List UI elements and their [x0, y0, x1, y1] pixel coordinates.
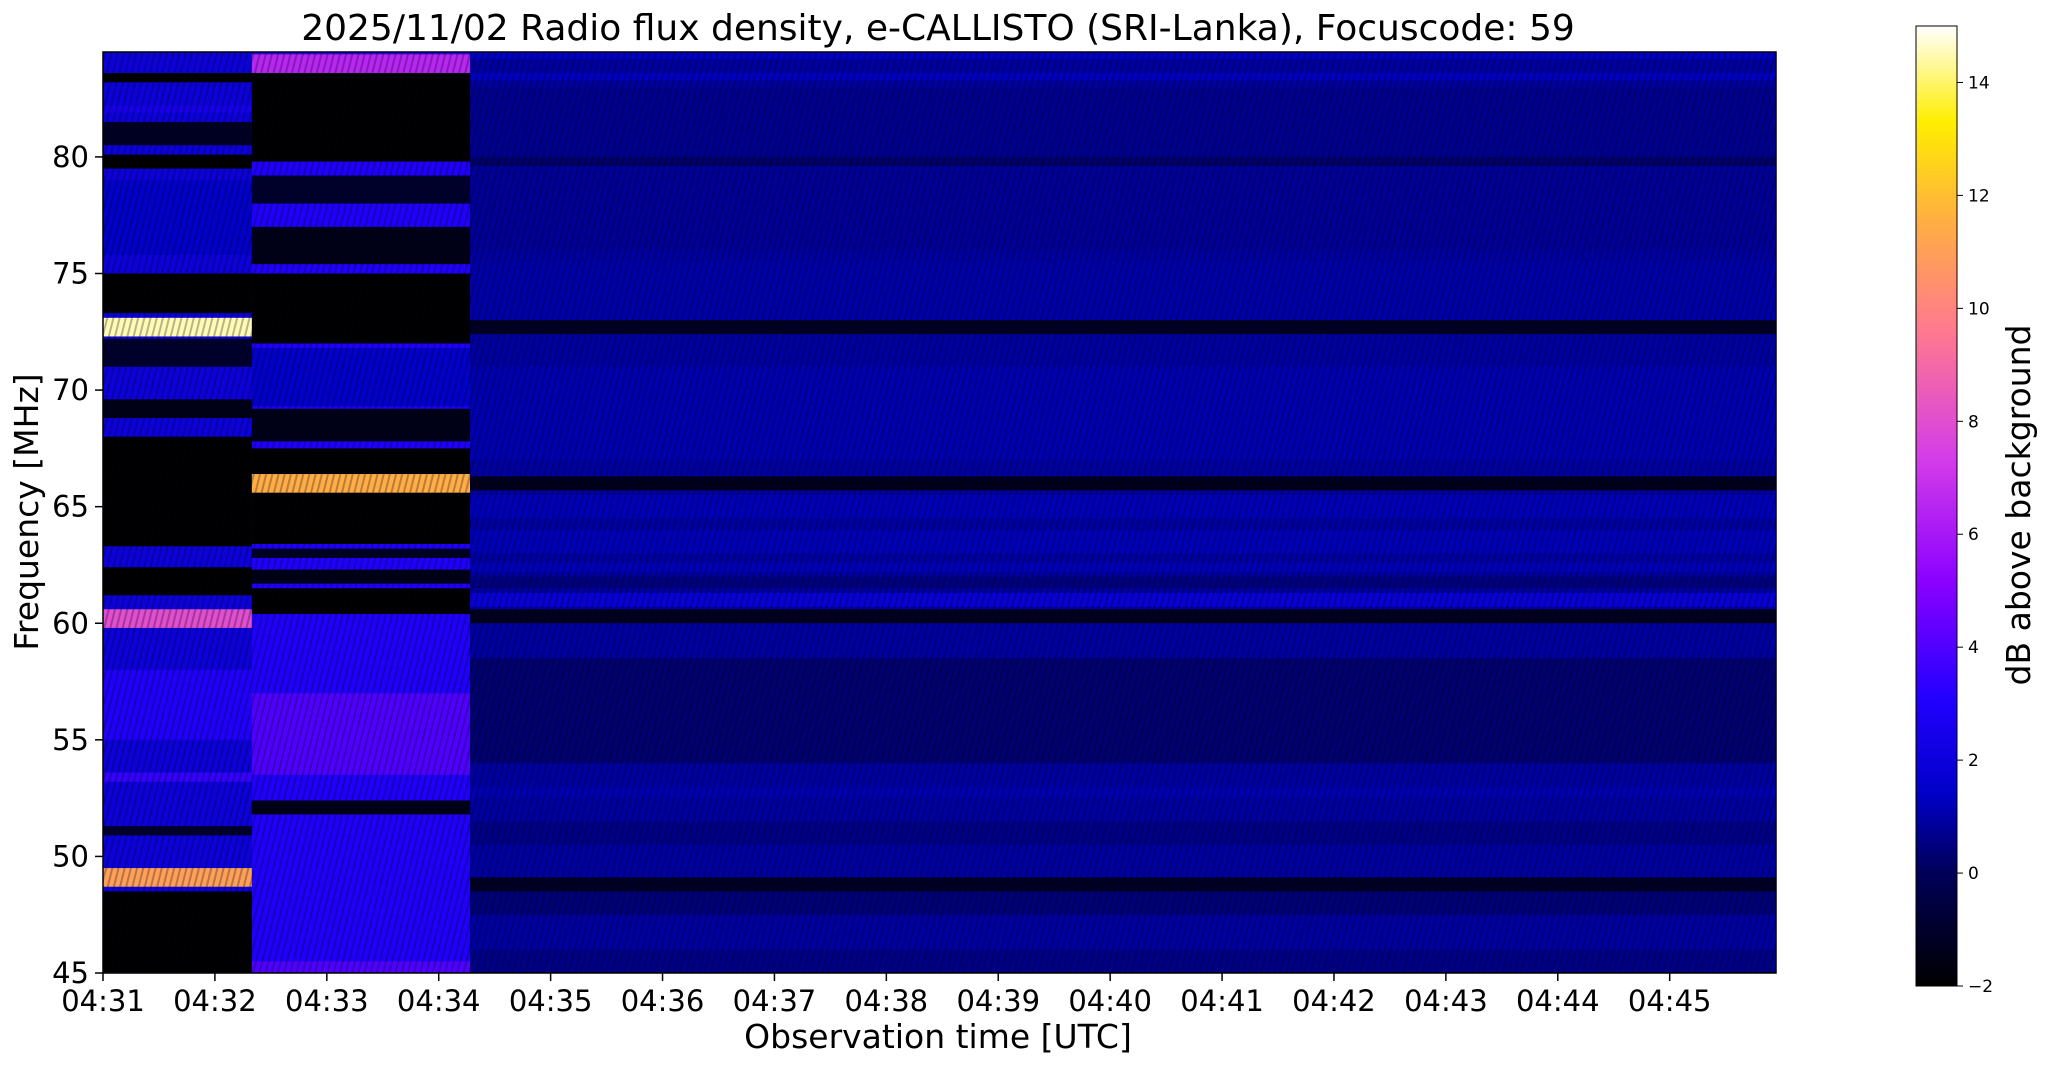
- x-tick-label: 04:39: [956, 984, 1040, 1018]
- y-tick-label: 55: [52, 723, 89, 757]
- x-tick-label: 04:45: [1628, 984, 1712, 1018]
- x-tick-label: 04:42: [1292, 984, 1376, 1018]
- y-tick-label: 50: [52, 839, 89, 873]
- colorbar: −2 0 2 4 6 8 10 12 14 dB above background: [1915, 25, 2038, 997]
- y-tick-label: 60: [52, 606, 89, 640]
- y-tick-label: 65: [52, 490, 89, 524]
- x-tick-label: 04:35: [509, 984, 593, 1018]
- figure: 2025/11/02 Radio flux density, e-CALLIST…: [7, 8, 2038, 1056]
- colorbar-label: dB above background: [1999, 325, 2038, 686]
- y-tick-label: 75: [52, 257, 89, 291]
- x-axis: 04:31 04:32 04:33 04:34 04:35 04:36 04:37 04:38…: [61, 973, 1711, 1018]
- colorbar-tick-label: 0: [1968, 864, 1979, 884]
- colorbar-tick-label: −2: [1968, 977, 1993, 997]
- x-tick-label: 04:36: [621, 984, 705, 1018]
- x-axis-label: Observation time [UTC]: [744, 1017, 1132, 1056]
- x-tick-label: 04:40: [1068, 984, 1152, 1018]
- y-tick-label: 70: [52, 373, 89, 407]
- x-tick-label: 04:38: [845, 984, 929, 1018]
- colorbar-tick-label: 10: [1968, 299, 1990, 319]
- colorbar-tick-label: 6: [1968, 525, 1979, 545]
- x-tick-label: 04:32: [173, 984, 257, 1018]
- x-tick-label: 04:33: [285, 984, 369, 1018]
- x-tick-label: 04:44: [1516, 984, 1600, 1018]
- y-tick-label: 80: [52, 140, 89, 174]
- colorbar-tick-label: 14: [1968, 73, 1990, 93]
- spectrogram-plot: [102, 51, 1777, 974]
- x-tick-label: 04:37: [733, 984, 817, 1018]
- chart-title: 2025/11/02 Radio flux density, e-CALLIST…: [301, 8, 1575, 49]
- x-tick-label: 04:34: [397, 984, 481, 1018]
- colorbar-gradient: [1915, 25, 1958, 987]
- colorbar-tick-label: 2: [1968, 751, 1979, 771]
- plot-texture: [103, 52, 1776, 973]
- x-tick-label: 04:43: [1404, 984, 1488, 1018]
- colorbar-tick-label: 12: [1968, 186, 1990, 206]
- colorbar-tick-label: 4: [1968, 638, 1979, 658]
- y-axis-label: Frequency [MHz]: [7, 373, 46, 650]
- colorbar-tick-label: 8: [1968, 412, 1979, 432]
- x-tick-label: 04:41: [1180, 984, 1264, 1018]
- y-axis: 45 50 55 60 65 70 75 80: [52, 140, 103, 990]
- y-tick-label: 45: [52, 956, 89, 990]
